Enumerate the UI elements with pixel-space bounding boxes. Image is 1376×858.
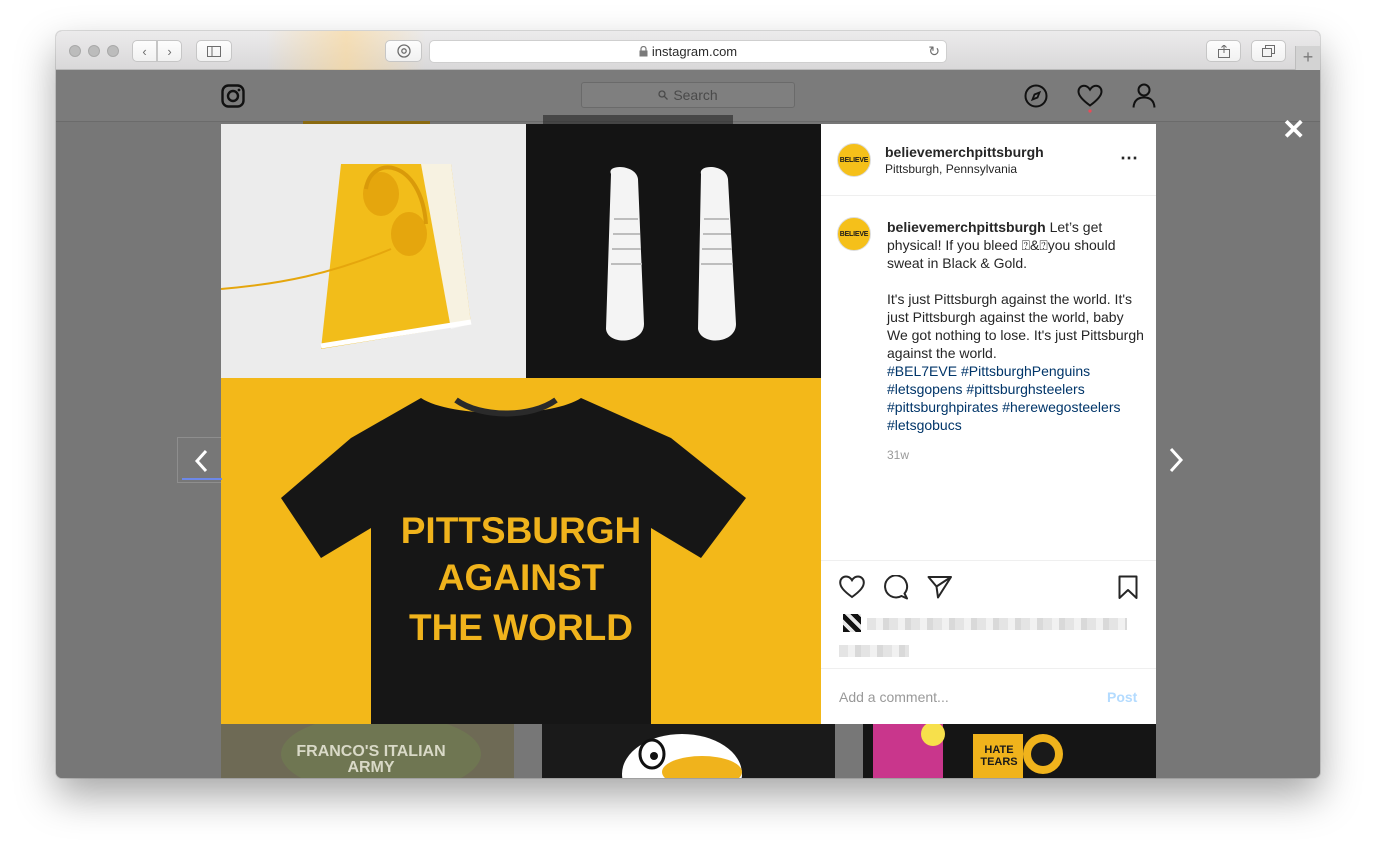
post-image[interactable]: PITTSBURGH AGAINST THE WORLD <box>221 124 821 724</box>
caption-body: It's just Pittsburgh against the world. … <box>887 291 1144 361</box>
post-details-panel: BELIEVE believemerchpittsburgh Pittsburg… <box>821 124 1156 724</box>
search-icon <box>658 90 669 100</box>
address-bar[interactable]: instagram.com ↻ <box>429 40 947 63</box>
tshirt-illustration: PITTSBURGH AGAINST THE WORLD <box>281 397 746 724</box>
like-heart-icon[interactable] <box>839 575 865 599</box>
comment-icon[interactable] <box>883 575 909 600</box>
share-paper-plane-icon[interactable] <box>927 575 953 599</box>
image-quadrant-tshirt: PITTSBURGH AGAINST THE WORLD <box>221 378 821 724</box>
hashtag[interactable]: #pittsburghsteelers <box>966 381 1084 397</box>
reader-button[interactable] <box>385 40 422 62</box>
grid-tile-3-text: HATE TEARS <box>980 744 1018 768</box>
hashtag[interactable]: #letsgobucs <box>887 417 962 433</box>
avatar-text: BELIEVE <box>839 156 869 164</box>
hashtag[interactable]: #PittsburghPenguins <box>961 363 1090 379</box>
tabs-icon <box>1262 45 1275 57</box>
post-comment-button[interactable]: Post <box>1107 689 1137 705</box>
previous-post-button[interactable] <box>177 437 222 483</box>
likes-avatar-blurred <box>843 614 861 632</box>
caption-avatar-text: BELIEVE <box>839 230 869 238</box>
profile-icon[interactable] <box>1132 83 1156 109</box>
shirt-line-1: PITTSBURGH <box>401 510 642 551</box>
back-button[interactable]: ‹ <box>132 40 157 62</box>
grid-tile-1-text: FRANCO'S ITALIAN ARMY <box>296 743 446 776</box>
date-text-blurred <box>839 645 909 657</box>
caption-avatar[interactable]: BELIEVE <box>837 217 871 251</box>
hashtag[interactable]: #herewegosteelers <box>1002 399 1120 415</box>
post-caption: believemerchpittsburgh Let’s get physica… <box>887 218 1145 464</box>
lock-icon <box>639 46 648 57</box>
url-text: instagram.com <box>651 44 738 59</box>
sneakers-illustration <box>606 167 736 341</box>
shorts-headphones-illustration <box>221 164 472 349</box>
grid-tile-3[interactable]: HATE TEARS <box>863 724 1156 778</box>
tabs-overview-button[interactable] <box>1251 40 1286 62</box>
author-username[interactable]: believemerchpittsburgh <box>885 144 1044 160</box>
chevron-right-icon: › <box>167 43 172 59</box>
caption-hashtags: #BEL7EVE #PittsburghPenguins #letsgopens… <box>887 362 1145 434</box>
share-icon <box>1217 44 1230 58</box>
background-post-strip-dark <box>543 115 733 124</box>
divider <box>821 668 1156 669</box>
duck-illustration <box>622 734 742 778</box>
post-header: BELIEVE believemerchpittsburgh Pittsburg… <box>821 124 1156 196</box>
minimize-window-button[interactable] <box>88 45 100 57</box>
author-avatar[interactable]: BELIEVE <box>837 143 871 177</box>
image-quadrant-sneakers <box>526 124 821 378</box>
caption-username[interactable]: believemerchpittsburgh <box>887 219 1046 235</box>
search-input[interactable]: Search <box>581 82 795 108</box>
grid-tile-1[interactable]: FRANCO'S ITALIAN ARMY <box>221 724 514 778</box>
zoom-window-button[interactable] <box>107 45 119 57</box>
post-age: 31w <box>887 448 910 462</box>
shirt-line-3: THE WORLD <box>409 607 633 648</box>
reload-icon[interactable]: ↻ <box>928 43 940 60</box>
more-options-icon[interactable]: ⋯ <box>1120 148 1139 169</box>
close-modal-icon[interactable]: ✕ <box>1282 116 1305 144</box>
activity-heart-icon[interactable] <box>1077 84 1103 114</box>
save-bookmark-icon[interactable] <box>1118 575 1138 600</box>
shirt-line-2: AGAINST <box>438 557 605 598</box>
instagram-logo-icon[interactable] <box>221 84 245 108</box>
new-tab-button[interactable]: + <box>1295 46 1320 70</box>
sidebar-icon <box>207 45 221 57</box>
forward-button[interactable]: › <box>157 40 182 62</box>
reader-icon <box>396 44 411 58</box>
share-button[interactable] <box>1206 40 1241 62</box>
next-post-chevron-icon[interactable] <box>1166 445 1186 475</box>
image-quadrant-shorts <box>221 124 526 378</box>
post-location[interactable]: Pittsburgh, Pennsylvania <box>885 162 1017 176</box>
close-window-button[interactable] <box>69 45 81 57</box>
likes-text-blurred <box>867 618 1127 630</box>
chevron-left-icon: ‹ <box>142 43 147 59</box>
hashtag[interactable]: #pittsburghpirates <box>887 399 998 415</box>
hashtag[interactable]: #BEL7EVE <box>887 363 957 379</box>
divider <box>821 560 1156 561</box>
browser-window: ‹ › instagram.com ↻ + Search FRANCO'S IT… <box>56 31 1320 778</box>
search-placeholder: Search <box>673 87 718 103</box>
hashtag[interactable]: #letsgopens <box>887 381 963 397</box>
browser-toolbar: ‹ › instagram.com ↻ + <box>56 31 1320 70</box>
sidebar-button[interactable] <box>196 40 232 62</box>
chevron-left-icon <box>182 449 222 480</box>
grid-tile-2[interactable] <box>542 724 835 778</box>
explore-compass-icon[interactable] <box>1024 84 1048 108</box>
page-viewport: Search FRANCO'S ITALIAN ARMY HATE TEARS … <box>56 70 1320 778</box>
comment-input[interactable]: Add a comment... <box>839 689 949 705</box>
